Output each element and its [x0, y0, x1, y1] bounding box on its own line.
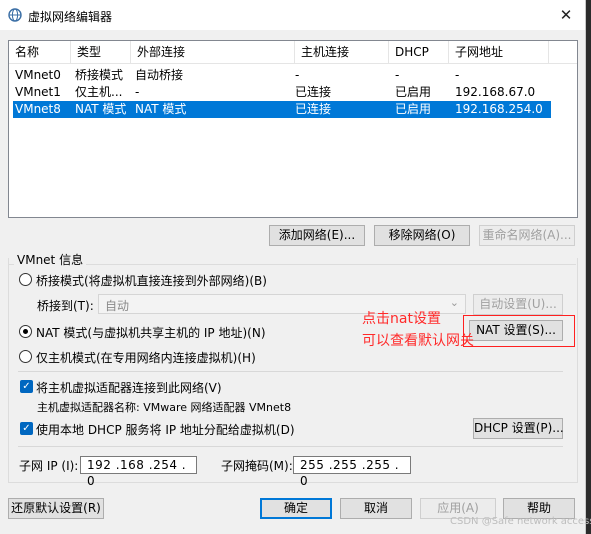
divider	[18, 446, 563, 447]
cell-dhcp: -	[395, 68, 400, 82]
use-dhcp-label[interactable]: 使用本地 DHCP 服务将 IP 地址分配给虚拟机(D)	[36, 421, 295, 438]
close-icon[interactable]: ✕	[555, 4, 577, 26]
auto-settings-button[interactable]: 自动设置(U)...	[473, 294, 563, 315]
cell-dhcp: 已启用	[395, 85, 432, 99]
bridge-to-label: 桥接到(T):	[37, 299, 94, 313]
column-header-dhcp[interactable]: DHCP	[389, 41, 449, 63]
subnet-mask-input[interactable]: 255 .255 .255 . 0	[293, 456, 411, 488]
cell-subnet: 192.168.254.0	[455, 102, 543, 116]
cell-dhcp: 已启用	[395, 102, 432, 116]
cell-type: 桥接模式	[75, 68, 124, 82]
remove-network-button[interactable]: 移除网络(O)	[374, 225, 470, 246]
window-title: 虚拟网络编辑器	[28, 10, 113, 24]
watermark: CSDN @Safe network access	[450, 516, 591, 527]
bridge-radio[interactable]	[19, 273, 32, 286]
connect-adapter-label[interactable]: 将主机虚拟适配器连接到此网络(V)	[36, 379, 222, 396]
use-dhcp-checkbox[interactable]: ✓	[20, 422, 33, 435]
column-header-type[interactable]: 类型	[71, 41, 131, 63]
column-header-external[interactable]: 外部连接	[131, 41, 295, 63]
column-header-name[interactable]: 名称	[9, 41, 71, 63]
rename-network-button[interactable]: 重命名网络(A)...	[479, 225, 575, 246]
dhcp-settings-button[interactable]: DHCP 设置(P)...	[473, 418, 564, 439]
cell-subnet: -	[455, 68, 460, 82]
cell-external: NAT 模式	[135, 102, 187, 116]
cell-external: 自动桥接	[135, 68, 184, 82]
cell-host: 已连接	[295, 102, 332, 116]
host-only-radio-label[interactable]: 仅主机模式(在专用网络内连接虚拟机)(H)	[36, 349, 256, 366]
cell-type: NAT 模式	[75, 102, 127, 116]
cell-subnet: 192.168.67.0	[455, 85, 536, 99]
subnet-mask-label: 子网掩码(M):	[221, 459, 293, 473]
list-header: 名称 类型 外部连接 主机连接 DHCP 子网地址	[9, 41, 577, 64]
cell-external: -	[135, 85, 140, 99]
annotation-text-line1: 点击nat设置	[362, 311, 441, 327]
cell-name: VMnet1	[15, 85, 61, 99]
nat-radio[interactable]	[19, 325, 32, 338]
cell-type: 仅主机...	[75, 85, 123, 99]
table-row-selected[interactable]: VMnet8 NAT 模式 NAT 模式 已连接 已启用 192.168.254…	[13, 101, 551, 118]
adapter-name-text: 主机虚拟适配器名称: VMware 网络适配器 VMnet8	[37, 401, 292, 414]
network-globe-icon	[8, 8, 22, 22]
divider	[18, 371, 563, 372]
column-header-host[interactable]: 主机连接	[295, 41, 389, 63]
title-bar: 虚拟网络编辑器 ✕	[0, 0, 585, 30]
group-title: VMnet 信息	[14, 251, 87, 268]
restore-defaults-button[interactable]: 还原默认设置(R)	[8, 498, 104, 519]
virtual-network-editor-window: 虚拟网络编辑器 ✕ 名称 类型 外部连接 主机连接 DHCP 子网地址 VMne…	[0, 0, 591, 534]
column-header-subnet[interactable]: 子网地址	[449, 41, 549, 63]
bridge-radio-label[interactable]: 桥接模式(将虚拟机直接连接到外部网络)(B)	[36, 272, 267, 289]
chevron-down-icon: ⌄	[449, 296, 459, 309]
cell-name: VMnet8	[15, 102, 61, 116]
table-row[interactable]: VMnet0 桥接模式 自动桥接 - - -	[13, 67, 551, 84]
cell-host: 已连接	[295, 85, 332, 99]
subnet-ip-input[interactable]: 192 .168 .254 . 0	[80, 456, 197, 488]
cancel-button[interactable]: 取消	[340, 498, 412, 519]
subnet-ip-label: 子网 IP (I):	[19, 459, 79, 473]
cell-name: VMnet0	[15, 68, 61, 82]
annotation-highlight-box	[463, 315, 575, 347]
add-network-button[interactable]: 添加网络(E)...	[269, 225, 365, 246]
ok-button[interactable]: 确定	[260, 498, 332, 519]
nat-radio-label[interactable]: NAT 模式(与虚拟机共享主机的 IP 地址)(N)	[36, 324, 266, 341]
table-row[interactable]: VMnet1 仅主机... - 已连接 已启用 192.168.67.0	[13, 84, 551, 101]
connect-adapter-checkbox[interactable]: ✓	[20, 380, 33, 393]
network-list[interactable]: 名称 类型 外部连接 主机连接 DHCP 子网地址 VMnet0 桥接模式 自动…	[8, 40, 578, 218]
bridge-to-value: 自动	[105, 299, 130, 313]
host-only-radio[interactable]	[19, 350, 32, 363]
cell-host: -	[295, 68, 300, 82]
annotation-text-line2: 可以查看默认网关	[362, 333, 474, 349]
